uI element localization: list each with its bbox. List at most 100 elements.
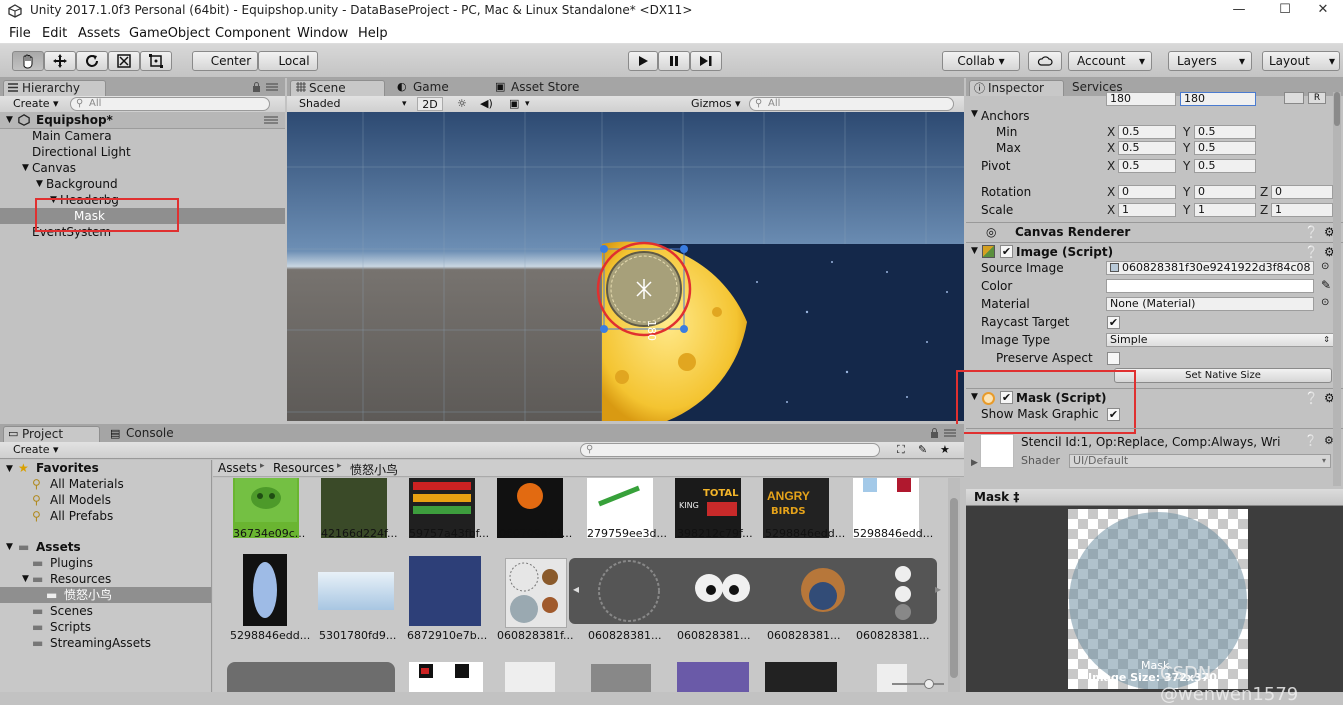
close-button[interactable]: ✕ bbox=[1300, 0, 1343, 22]
hierarchy-item-directional-light[interactable]: Directional Light bbox=[32, 144, 131, 160]
hierarchy-create-dropdown[interactable]: Create ▾ bbox=[13, 97, 59, 111]
shading-dropdown[interactable]: Shaded bbox=[299, 97, 340, 111]
scene-root-row[interactable]: ▼ Equipshop* bbox=[0, 112, 285, 129]
asset-thumbnail[interactable] bbox=[591, 664, 651, 692]
scale-y-field[interactable]: 1 bbox=[1194, 203, 1256, 217]
asset-grid-scrollbar[interactable] bbox=[948, 478, 960, 692]
account-dropdown[interactable]: Account ▾ bbox=[1068, 51, 1152, 71]
filter-type-icon[interactable]: ⛶ bbox=[897, 443, 905, 457]
breadcrumb-angry-birds[interactable]: 愤怒小鸟 bbox=[350, 461, 398, 478]
cloud-button[interactable] bbox=[1028, 51, 1062, 71]
folder-plugins[interactable]: Plugins bbox=[50, 555, 93, 571]
expand-arrow-icon[interactable]: ▸ bbox=[935, 582, 941, 596]
slider-thumb[interactable] bbox=[924, 679, 934, 689]
lighting-icon[interactable]: ☼ bbox=[457, 97, 467, 111]
expand-arrow-icon[interactable]: ▼ bbox=[36, 176, 43, 192]
hierarchy-item-canvas[interactable]: Canvas bbox=[32, 160, 76, 176]
help-icon[interactable]: ❔ bbox=[1304, 391, 1319, 405]
scale-x-field[interactable]: 1 bbox=[1118, 203, 1176, 217]
help-icon[interactable]: ❔ bbox=[1304, 434, 1318, 447]
object-picker-icon[interactable]: ⊙ bbox=[1321, 261, 1329, 272]
scene-search-input[interactable]: ⚲ All bbox=[749, 97, 954, 111]
asset-thumbnail[interactable] bbox=[505, 558, 567, 628]
scene-menu-icon[interactable] bbox=[264, 116, 278, 124]
scene-viewport[interactable]: 180 bbox=[287, 112, 964, 421]
collapse-arrow-icon[interactable]: ◂ bbox=[573, 582, 579, 596]
expand-arrow-icon[interactable]: ▶ bbox=[971, 458, 978, 468]
preview-title[interactable]: Mask ‡ bbox=[974, 490, 1019, 504]
anchor-max-y-field[interactable]: 0.5 bbox=[1194, 141, 1256, 155]
lock-icon[interactable] bbox=[252, 82, 261, 92]
sprite-strip[interactable]: ◂ bbox=[569, 558, 937, 624]
menu-edit[interactable]: Edit bbox=[42, 26, 67, 41]
asset-thumbnail[interactable] bbox=[677, 662, 749, 692]
panel-menu-icon[interactable] bbox=[944, 429, 956, 437]
favorite-all-prefabs[interactable]: All Prefabs bbox=[50, 508, 113, 524]
menu-help[interactable]: Help bbox=[358, 26, 388, 41]
asset-thumbnail[interactable] bbox=[409, 662, 483, 692]
pivot-x-field[interactable]: 0.5 bbox=[1118, 159, 1176, 173]
pivot-local-button[interactable]: Local bbox=[258, 51, 318, 71]
asset-thumbnail[interactable] bbox=[409, 556, 481, 626]
rotation-z-field[interactable]: 0 bbox=[1271, 185, 1333, 199]
layers-dropdown[interactable]: Layers ▾ bbox=[1168, 51, 1252, 71]
hand-tool-button[interactable] bbox=[12, 51, 44, 71]
asset-thumbnail[interactable] bbox=[505, 662, 555, 692]
folder-resources[interactable]: Resources bbox=[50, 571, 111, 587]
menu-gameobject[interactable]: GameObject bbox=[129, 26, 210, 41]
collab-dropdown[interactable]: Collab ▾ bbox=[942, 51, 1020, 71]
rect-tool-button[interactable] bbox=[140, 51, 172, 71]
menu-file[interactable]: File bbox=[9, 26, 31, 41]
hierarchy-search-input[interactable]: ⚲ All bbox=[70, 97, 270, 111]
assets-folder[interactable]: Assets bbox=[36, 539, 81, 555]
shader-dropdown[interactable]: UI/Default ▾ bbox=[1069, 454, 1331, 468]
move-tool-button[interactable] bbox=[44, 51, 76, 71]
color-field[interactable] bbox=[1106, 279, 1314, 293]
expand-arrow-icon[interactable]: ▼ bbox=[22, 160, 29, 176]
asset-thumbnail[interactable] bbox=[227, 662, 395, 692]
expand-arrow-icon[interactable]: ▼ bbox=[22, 571, 29, 587]
canvas-renderer-header[interactable]: ◎ Canvas Renderer ❔ ⚙ bbox=[966, 222, 1343, 242]
scale-z-field[interactable]: 1 bbox=[1271, 203, 1333, 217]
help-icon[interactable]: ❔ bbox=[1304, 245, 1319, 259]
pause-button[interactable] bbox=[658, 51, 690, 71]
material-field[interactable]: None (Material) bbox=[1106, 297, 1314, 311]
lock-icon[interactable] bbox=[930, 428, 939, 438]
folder-scenes[interactable]: Scenes bbox=[50, 603, 93, 619]
breadcrumb-assets[interactable]: Assets bbox=[218, 461, 257, 475]
menu-assets[interactable]: Assets bbox=[78, 26, 120, 41]
layout-dropdown[interactable]: Layout ▾ bbox=[1262, 51, 1340, 71]
favorites-label[interactable]: Favorites bbox=[36, 460, 99, 476]
help-icon[interactable]: ❔ bbox=[1304, 225, 1319, 239]
favorite-star-icon[interactable]: ★ bbox=[940, 443, 950, 457]
favorite-all-models[interactable]: All Models bbox=[50, 492, 111, 508]
menu-component[interactable]: Component bbox=[215, 26, 290, 41]
tab-console[interactable]: Console bbox=[108, 426, 198, 442]
menu-window[interactable]: Window bbox=[297, 26, 348, 41]
asset-thumbnail[interactable] bbox=[318, 572, 394, 610]
folder-angry-birds-row[interactable]: ▬ 愤怒小鸟 bbox=[0, 587, 211, 603]
minimize-button[interactable]: — bbox=[1216, 0, 1262, 22]
anchor-max-x-field[interactable]: 0.5 bbox=[1118, 141, 1176, 155]
expand-arrow-icon[interactable]: ▼ bbox=[6, 461, 13, 477]
anchor-min-x-field[interactable]: 0.5 bbox=[1118, 125, 1176, 139]
image-script-header[interactable]: ▼ ✔ Image (Script) ❔ ⚙ bbox=[966, 242, 1343, 260]
object-picker-icon[interactable]: ⊙ bbox=[1321, 297, 1329, 308]
pivot-y-field[interactable]: 0.5 bbox=[1194, 159, 1256, 173]
pivot-center-button[interactable]: Center bbox=[192, 51, 258, 71]
asset-thumbnail[interactable] bbox=[765, 662, 837, 692]
tab-hierarchy[interactable]: Hierarchy bbox=[3, 80, 106, 96]
asset-thumbnail[interactable] bbox=[877, 664, 907, 692]
play-button[interactable] bbox=[628, 51, 658, 71]
gizmos-dropdown[interactable]: Gizmos ▾ bbox=[691, 97, 741, 111]
step-button[interactable] bbox=[690, 51, 722, 71]
audio-icon[interactable]: ◀) bbox=[480, 97, 493, 111]
width-field[interactable]: 180 bbox=[1106, 92, 1176, 106]
breadcrumb-resources[interactable]: Resources bbox=[273, 461, 334, 475]
raycast-checkbox[interactable]: ✔ bbox=[1107, 316, 1120, 329]
hierarchy-item-background[interactable]: Background bbox=[46, 176, 118, 192]
rotate-tool-button[interactable] bbox=[76, 51, 108, 71]
blueprint-button[interactable] bbox=[1284, 92, 1304, 104]
project-create-dropdown[interactable]: Create ▾ bbox=[13, 443, 59, 457]
raw-edit-button[interactable]: R bbox=[1308, 92, 1326, 104]
